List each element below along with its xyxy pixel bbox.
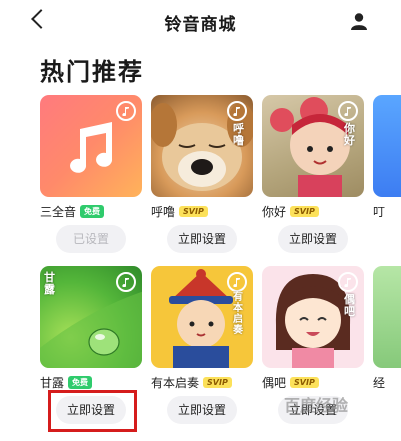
music-disc-icon — [338, 272, 358, 292]
section-title: 热门推荐 — [40, 58, 144, 86]
svip-badge: SVIP — [290, 206, 319, 217]
ringtone-title: 偶吧 — [262, 376, 287, 390]
svip-badge: SVIP — [290, 377, 319, 388]
highlight-box — [48, 390, 137, 432]
ringtone-title: 你好 — [262, 205, 287, 219]
watermark: 百度经验 — [284, 396, 349, 415]
set-now-button[interactable]: 立即设置 — [167, 225, 237, 253]
ringtone-title: 有本启奏 — [151, 376, 200, 390]
ringtone-name: 有本启奏 SVIP — [151, 374, 232, 391]
ringtone-name: 呼噜 SVIP — [151, 203, 208, 220]
music-disc-icon — [227, 101, 247, 121]
music-note-icon — [70, 122, 113, 173]
free-badge: 免费 — [80, 205, 105, 218]
ringtone-cover-hulu[interactable]: 呼噜 — [151, 95, 253, 197]
svip-badge: SVIP — [179, 206, 208, 217]
ringtone-title: 经 — [373, 376, 386, 390]
ringtone-cover-nihao[interactable]: 你好 — [262, 95, 364, 197]
ringtone-cover-jing[interactable] — [373, 266, 401, 368]
ringtone-name: 偶吧 SVIP — [262, 374, 319, 391]
cover-text: 有本启奏 — [233, 292, 243, 336]
ringtone-title: 甘露 — [40, 376, 65, 390]
music-disc-icon — [338, 101, 358, 121]
header-bar: 铃音商城 — [0, 0, 401, 44]
set-now-button[interactable]: 立即设置 — [167, 396, 237, 424]
ringtone-title: 叮 — [373, 205, 386, 219]
ringtone-name: 甘露 免费 — [40, 374, 93, 391]
music-disc-icon — [227, 272, 247, 292]
cover-text: 呼噜 — [233, 122, 244, 147]
page-title: 铃音商城 — [164, 15, 237, 35]
cover-text: 甘露 — [44, 271, 55, 296]
set-now-button[interactable]: 立即设置 — [278, 225, 348, 253]
ringtone-title: 呼噜 — [151, 205, 176, 219]
ringtone-cover-sanquanyin[interactable] — [40, 95, 142, 197]
ringtone-name: 你好 SVIP — [262, 203, 319, 220]
music-disc-icon — [116, 101, 136, 121]
svip-badge: SVIP — [203, 377, 232, 388]
music-disc-icon — [116, 272, 136, 292]
ringtone-cover-ganlu[interactable]: 甘露 — [40, 266, 142, 368]
free-badge: 免费 — [68, 376, 93, 389]
ringtone-name: 三全音 免费 — [40, 203, 105, 220]
ringtone-cover-ouba[interactable]: 偶吧 — [262, 266, 364, 368]
cover-text: 偶吧 — [344, 293, 355, 318]
ringtone-name: 叮 — [373, 203, 385, 220]
already-set-button[interactable]: 已设置 — [56, 225, 126, 253]
ringtone-cover-ding[interactable] — [373, 95, 401, 197]
ringtone-name: 经 — [373, 374, 385, 391]
user-icon[interactable] — [350, 12, 368, 30]
ringtone-cover-youbenqizou[interactable]: 有本启奏 — [151, 266, 253, 368]
cover-text: 你好 — [344, 122, 355, 147]
ringtone-title: 三全音 — [40, 205, 77, 219]
